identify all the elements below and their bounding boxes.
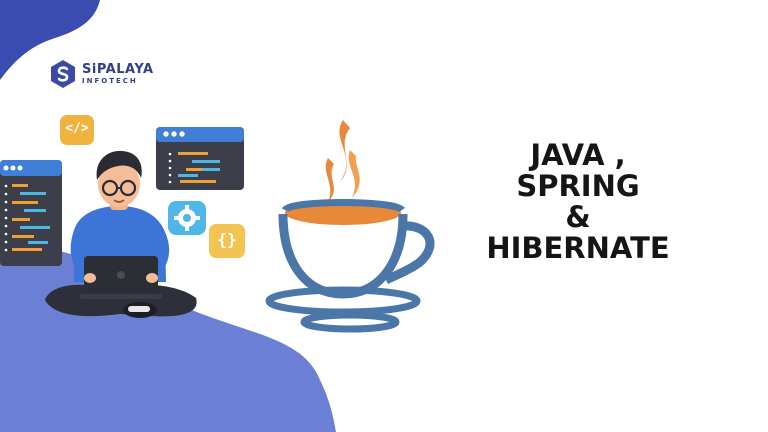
headline-line-1: JAVA , (530, 138, 626, 172)
braces-icon: {} (217, 230, 237, 249)
headline-line-2: SPRING (516, 169, 640, 203)
gear-badge (168, 201, 206, 235)
brand-subtitle: INFOTECH (82, 77, 138, 85)
java-logo (265, 120, 435, 333)
headline-line-4: HIBERNATE (486, 231, 670, 265)
banner: </> {} SiPALAYA INFOTECH JAVA , SPRING &… (0, 0, 768, 432)
brand-hexagon-icon (51, 60, 75, 88)
code-tag-icon: </> (65, 121, 89, 136)
brand-logo[interactable]: SiPALAYA INFOTECH (50, 57, 154, 91)
headline: JAVA , SPRING & HIBERNATE (478, 140, 678, 264)
headline-line-3: & (565, 200, 591, 234)
brand-name: SiPALAYA (82, 62, 154, 77)
bottom-wave (0, 246, 336, 432)
code-window-left (0, 160, 62, 266)
code-window-right (156, 127, 244, 190)
